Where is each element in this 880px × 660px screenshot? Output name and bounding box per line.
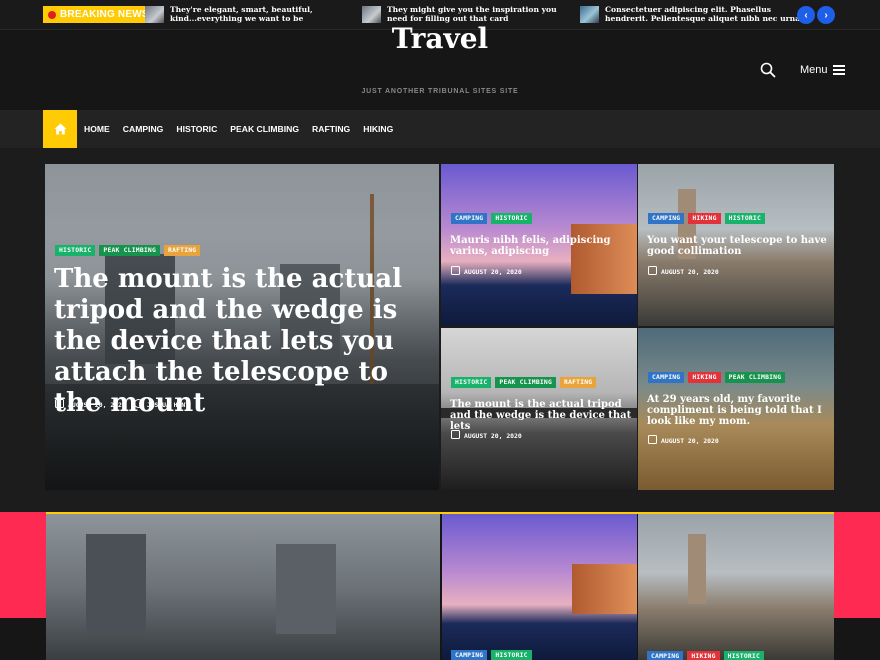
menu-label: Menu <box>800 64 828 76</box>
post-title[interactable]: The mount is the actual tripod and the w… <box>54 264 424 419</box>
category-tags: CAMPING HISTORIC <box>451 650 532 660</box>
category-tag[interactable]: HIKING <box>687 651 720 660</box>
featured-card-4[interactable]: CAMPING HIKING PEAK CLIMBING At 29 years… <box>638 328 834 490</box>
category-tag[interactable]: PEAK CLIMBING <box>99 245 161 256</box>
pier-image <box>572 564 637 614</box>
tower-image <box>688 534 706 604</box>
calendar-icon <box>451 266 460 275</box>
breaking-news-label: BREAKING NEWS <box>60 9 149 20</box>
category-tag[interactable]: CAMPING <box>451 650 488 660</box>
chevron-right-icon: › <box>824 9 828 21</box>
category-tag[interactable]: HIKING <box>688 213 721 224</box>
ticker-thumbnail <box>580 6 599 23</box>
ticker-thumbnail <box>145 6 164 23</box>
category-tags: CAMPING HIKING HISTORIC <box>648 213 766 224</box>
building-image <box>276 544 336 634</box>
menu-button[interactable]: Menu <box>800 64 845 76</box>
post-meta: AUGUST 20, 2020 <box>648 266 719 276</box>
nav-item-peak-climbing[interactable]: PEAK CLIMBING <box>230 124 299 134</box>
calendar-icon <box>648 435 657 444</box>
accent-band-left <box>0 512 46 618</box>
post-title[interactable]: The mount is the actual tripod and the w… <box>450 399 636 432</box>
post-author[interactable]: JOSHUA HUNT <box>147 401 189 409</box>
post-title[interactable]: You want your telescope to have good col… <box>647 235 829 257</box>
category-tag[interactable]: CAMPING <box>648 372 685 383</box>
category-tags: CAMPING HISTORIC <box>451 213 532 224</box>
nav-menu: HOME CAMPING HISTORIC PEAK CLIMBING RAFT… <box>84 124 393 134</box>
category-tags: CAMPING HIKING PEAK CLIMBING <box>648 372 786 383</box>
category-tag[interactable]: RAFTING <box>164 245 201 256</box>
category-tag[interactable]: HISTORIC <box>491 213 532 224</box>
ticker-item[interactable]: They might give you the inspiration you … <box>362 5 577 23</box>
ticker-item[interactable]: Consectetuer adipiscing elit. Phasellus … <box>580 5 805 23</box>
post-title[interactable]: Mauris nibh felis, adipiscing varius, ad… <box>450 235 630 257</box>
nav-item-rafting[interactable]: RAFTING <box>312 124 350 134</box>
building-image <box>86 534 146 634</box>
chevron-left-icon: ‹ <box>804 9 808 21</box>
category-tag[interactable]: CAMPING <box>451 213 488 224</box>
featured-card-3[interactable]: HISTORIC PEAK CLIMBING RAFTING The mount… <box>441 328 637 490</box>
search-icon[interactable] <box>760 62 776 78</box>
site-title[interactable]: Travel <box>0 22 880 55</box>
second-main-card[interactable] <box>46 514 440 660</box>
post-meta: AUGUST 20, 2020 <box>648 435 719 445</box>
ticker-text[interactable]: Consectetuer adipiscing elit. Phasellus … <box>605 5 805 23</box>
breaking-news-badge: BREAKING NEWS <box>43 6 155 23</box>
featured-card-1[interactable]: CAMPING HISTORIC Mauris nibh felis, adip… <box>441 164 637 326</box>
category-tag[interactable]: HISTORIC <box>491 650 532 660</box>
category-tag[interactable]: RAFTING <box>560 377 597 388</box>
post-meta: AUGUST 20, 2020 JOSHUA HUNT <box>55 399 189 409</box>
category-tag[interactable]: HISTORIC <box>451 377 492 388</box>
second-card-mid[interactable]: CAMPING HISTORIC <box>442 514 637 660</box>
calendar-icon <box>55 399 64 408</box>
post-date: AUGUST 20, 2020 <box>68 401 126 409</box>
post-meta: AUGUST 20, 2020 <box>451 266 522 276</box>
category-tag[interactable]: HISTORIC <box>55 245 96 256</box>
accent-band-right <box>834 512 880 618</box>
ticker-text[interactable]: They might give you the inspiration you … <box>387 5 577 23</box>
post-date: AUGUST 20, 2020 <box>464 432 522 440</box>
category-tags: HISTORIC PEAK CLIMBING RAFTING <box>55 245 201 256</box>
featured-main-card[interactable]: HISTORIC PEAK CLIMBING RAFTING The mount… <box>45 164 439 490</box>
post-date: AUGUST 20, 2020 <box>661 437 719 445</box>
post-meta: AUGUST 20, 2020 <box>451 430 522 440</box>
category-tags: CAMPING HIKING HISTORIC <box>647 651 765 660</box>
ticker-item[interactable]: They're elegant, smart, beautiful, kind.… <box>145 5 365 23</box>
live-dot-icon <box>48 10 56 19</box>
ticker-thumbnail <box>362 6 381 23</box>
category-tags: HISTORIC PEAK CLIMBING RAFTING <box>451 377 597 388</box>
site-tagline: JUST ANOTHER TRIBUNAL SITES SITE <box>361 88 519 95</box>
calendar-icon <box>451 430 460 439</box>
category-tag[interactable]: CAMPING <box>648 213 685 224</box>
post-date: AUGUST 20, 2020 <box>661 268 719 276</box>
featured-card-2[interactable]: CAMPING HIKING HISTORIC You want your te… <box>638 164 834 326</box>
ticker-text[interactable]: They're elegant, smart, beautiful, kind.… <box>170 5 365 23</box>
category-tag[interactable]: HISTORIC <box>723 651 765 660</box>
nav-item-historic[interactable]: HISTORIC <box>176 124 217 134</box>
post-date: AUGUST 20, 2020 <box>464 268 522 276</box>
category-tag[interactable]: PEAK CLIMBING <box>724 372 786 383</box>
category-tag[interactable]: CAMPING <box>647 651 684 660</box>
nav-item-home[interactable]: HOME <box>84 124 110 134</box>
category-tag[interactable]: PEAK CLIMBING <box>495 377 557 388</box>
user-icon <box>133 399 143 408</box>
featured-grid: HISTORIC PEAK CLIMBING RAFTING The mount… <box>45 164 834 490</box>
calendar-icon <box>648 266 657 275</box>
category-tag[interactable]: HIKING <box>688 372 721 383</box>
post-title[interactable]: At 29 years old, my favorite compliment … <box>647 394 829 427</box>
category-tag[interactable]: HISTORIC <box>724 213 766 224</box>
hamburger-icon <box>832 65 845 75</box>
second-card-right[interactable]: CAMPING HIKING HISTORIC <box>638 514 834 660</box>
home-icon <box>54 123 66 135</box>
home-button[interactable] <box>43 110 77 148</box>
nav-item-hiking[interactable]: HIKING <box>363 124 393 134</box>
nav-item-camping[interactable]: CAMPING <box>123 124 164 134</box>
